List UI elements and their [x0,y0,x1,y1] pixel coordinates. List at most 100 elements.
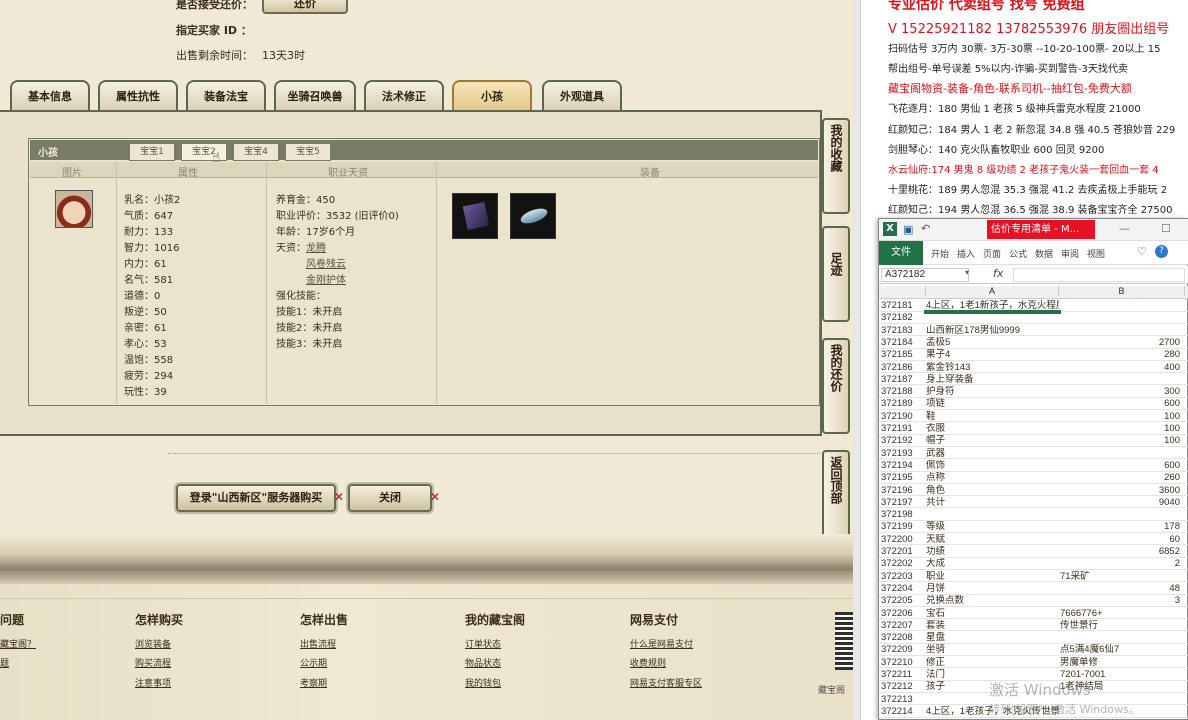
side-my-favorites[interactable]: 我的收藏 [822,118,850,214]
col-header-b[interactable]: B [1059,286,1185,296]
ribbon-tab-view[interactable]: 视图 [1087,247,1105,260]
row-number[interactable]: 372182 [881,312,925,324]
side-my-offers[interactable]: 我的还价 [822,338,850,434]
cell-b[interactable]: 3 [1060,595,1180,607]
save-icon[interactable]: ▣ [903,223,913,236]
minimize-icon[interactable]: — [1119,222,1130,235]
undo-icon[interactable]: ↶ [921,222,930,235]
row-number[interactable]: 372192 [881,435,925,447]
equipment-slot-1[interactable] [452,193,498,239]
counter-offer-button[interactable]: 还价 [262,0,348,14]
ribbon-tab-data[interactable]: 数据 [1035,247,1053,260]
row-number[interactable]: 372191 [881,423,925,435]
cell-a[interactable]: 武器 [926,448,1059,460]
cell-b[interactable]: 男魔单修 [1060,657,1184,669]
row-number[interactable]: 372209 [881,644,925,656]
cell-b[interactable]: 9040 [1060,497,1180,509]
row-number[interactable]: 372195 [881,472,925,484]
cell-b[interactable]: 点5满4魔6仙7 [1060,644,1184,656]
tab-attributes[interactable]: 属性抗性 [98,80,178,112]
row-number[interactable]: 372190 [881,411,925,423]
cell-b[interactable]: 260 [1060,472,1180,484]
cell-a[interactable]: 身上穿装备 [926,374,1059,386]
row-number[interactable]: 372214 [881,706,925,718]
footer-link[interactable]: 浏览装备 [135,637,171,650]
cell-a[interactable]: 角色 [926,485,1059,497]
help-icon[interactable]: ? [1155,245,1168,258]
cell-b[interactable]: 100 [1060,411,1180,423]
cell-a[interactable]: 月饼 [926,583,1059,595]
cell-a[interactable]: 兑换点数 [926,595,1059,607]
cell-a[interactable]: 共计 [926,497,1059,509]
cell-a[interactable]: 修正 [926,657,1059,669]
cell-b[interactable]: 60 [1060,534,1180,546]
cell-a[interactable]: 4上区，1老1新孩子，水克火程度，传世容止细节克火， [926,300,1059,312]
talent-3[interactable]: 金刚护体 [306,271,346,286]
cell-a[interactable]: 鞋 [926,411,1059,423]
cell-b[interactable]: 100 [1060,423,1180,435]
cell-a[interactable]: 山西新区178男仙9999 [926,325,1059,337]
row-number[interactable]: 372193 [881,448,925,460]
subtab-baby5[interactable]: 宝宝5 [285,143,331,161]
row-number[interactable]: 372212 [881,681,925,693]
cell-b[interactable]: 300 [1060,386,1180,398]
cell-b[interactable]: 2 [1060,558,1180,570]
cell-b[interactable]: 6852 [1060,546,1180,558]
cell-a[interactable]: 职业 [926,571,1059,583]
footer-link[interactable]: 订单状态 [465,637,501,650]
talent-1[interactable]: 龙腾 [306,239,326,254]
cell-a[interactable]: 套装 [926,620,1059,632]
cell-a[interactable]: 等级 [926,521,1059,533]
footer-link[interactable]: 什么是网易支付 [630,637,693,650]
cell-a[interactable]: 点称 [926,472,1059,484]
tab-spell-correction[interactable]: 法术修正 [364,80,444,112]
formula-input[interactable] [1013,268,1185,282]
cell-a[interactable]: 佩饰 [926,460,1059,472]
cell-a[interactable]: 孟极5 [926,337,1059,349]
child-avatar[interactable] [55,190,93,228]
cell-b[interactable]: 48 [1060,583,1180,595]
tab-equipment[interactable]: 装备法宝 [186,80,266,112]
tab-child[interactable]: 小孩 [452,80,532,112]
footer-link[interactable]: 出售流程 [300,637,336,650]
cell-a[interactable]: 帽子 [926,435,1059,447]
cell-a[interactable]: 星盘 [926,632,1059,644]
row-number[interactable]: 372202 [881,558,925,570]
col-header-a[interactable]: A [925,286,1059,296]
side-back-to-top[interactable]: 返回顶部 [822,450,850,546]
cell-a[interactable]: 紫金铃143 [926,362,1059,374]
equipment-slot-2[interactable] [510,193,556,239]
footer-link[interactable]: 购买流程 [135,656,171,669]
cell-b[interactable]: 3600 [1060,485,1180,497]
row-number[interactable]: 372199 [881,521,925,533]
row-number[interactable]: 372197 [881,497,925,509]
row-number[interactable]: 372185 [881,349,925,361]
footer-link[interactable]: 注意事项 [135,676,171,689]
row-number[interactable]: 372194 [881,460,925,472]
cell-a[interactable]: 衣服 [926,423,1059,435]
footer-link[interactable]: 物品状态 [465,656,501,669]
ribbon-tab-home[interactable]: 开始 [931,247,949,260]
row-number[interactable]: 372206 [881,608,925,620]
footer-link[interactable]: 题 [0,656,9,669]
row-number[interactable]: 372201 [881,546,925,558]
row-number[interactable]: 372207 [881,620,925,632]
footer-link[interactable]: 考察期 [300,676,327,689]
cell-a[interactable]: 果子4 [926,349,1059,361]
ribbon-tab-page[interactable]: 页面 [983,247,1001,260]
row-number[interactable]: 372187 [881,374,925,386]
cell-b[interactable]: 7666776+ [1060,608,1184,620]
subtab-baby4[interactable]: 宝宝4 [233,143,279,161]
row-number[interactable]: 372210 [881,657,925,669]
row-number[interactable]: 372211 [881,669,925,681]
row-number[interactable]: 372208 [881,632,925,644]
cell-b[interactable]: 传世景行 [1060,620,1184,632]
side-footprint[interactable]: 足迹 [822,226,850,322]
row-number[interactable]: 372204 [881,583,925,595]
footer-link[interactable]: 收费规则 [630,656,666,669]
row-number[interactable]: 372181 [881,300,925,312]
footer-link[interactable]: 我的钱包 [465,676,501,689]
tab-appearance[interactable]: 外观道具 [542,80,622,112]
ribbon-options-icon[interactable]: ♡ [1137,245,1147,258]
row-number[interactable]: 372188 [881,386,925,398]
